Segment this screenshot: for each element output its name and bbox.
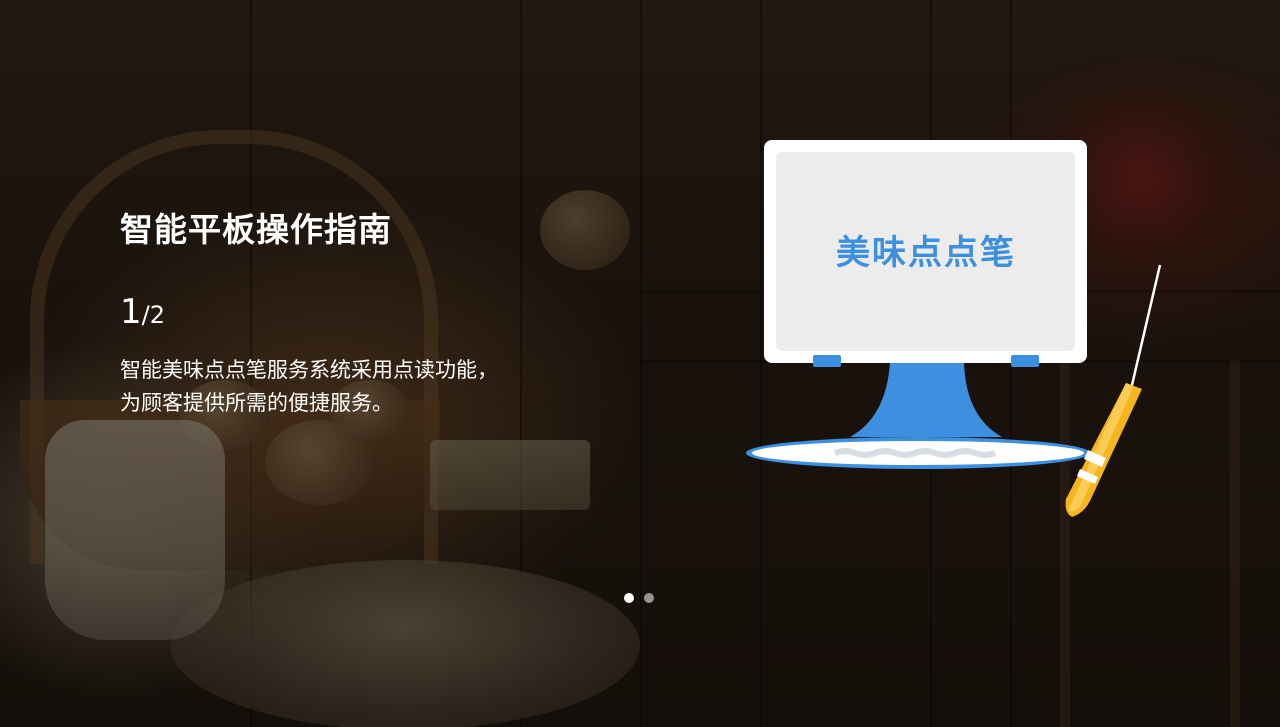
guide-title: 智能平板操作指南	[120, 210, 392, 249]
page-indicator: 1/2	[120, 292, 165, 332]
page-pager	[624, 593, 654, 603]
description-line: 智能美味点点笔服务系统采用点读功能，	[120, 358, 498, 382]
pager-dot[interactable]	[624, 593, 634, 603]
page-total: 2	[149, 301, 166, 329]
guide-description: 智能美味点点笔服务系统采用点读功能， 为顾客提供所需的便捷服务。	[120, 354, 580, 420]
pager-dot[interactable]	[644, 593, 654, 603]
page-current: 1	[120, 292, 142, 332]
page-separator: /	[141, 301, 150, 329]
screen-brand-text: 美味点点笔	[836, 233, 1016, 273]
description-line: 为顾客提供所需的便捷服务。	[120, 391, 393, 415]
guide-screen: 智能平板操作指南 1/2 智能美味点点笔服务系统采用点读功能， 为顾客提供所需的…	[0, 0, 1280, 727]
stylus-pen-icon	[1065, 264, 1162, 517]
